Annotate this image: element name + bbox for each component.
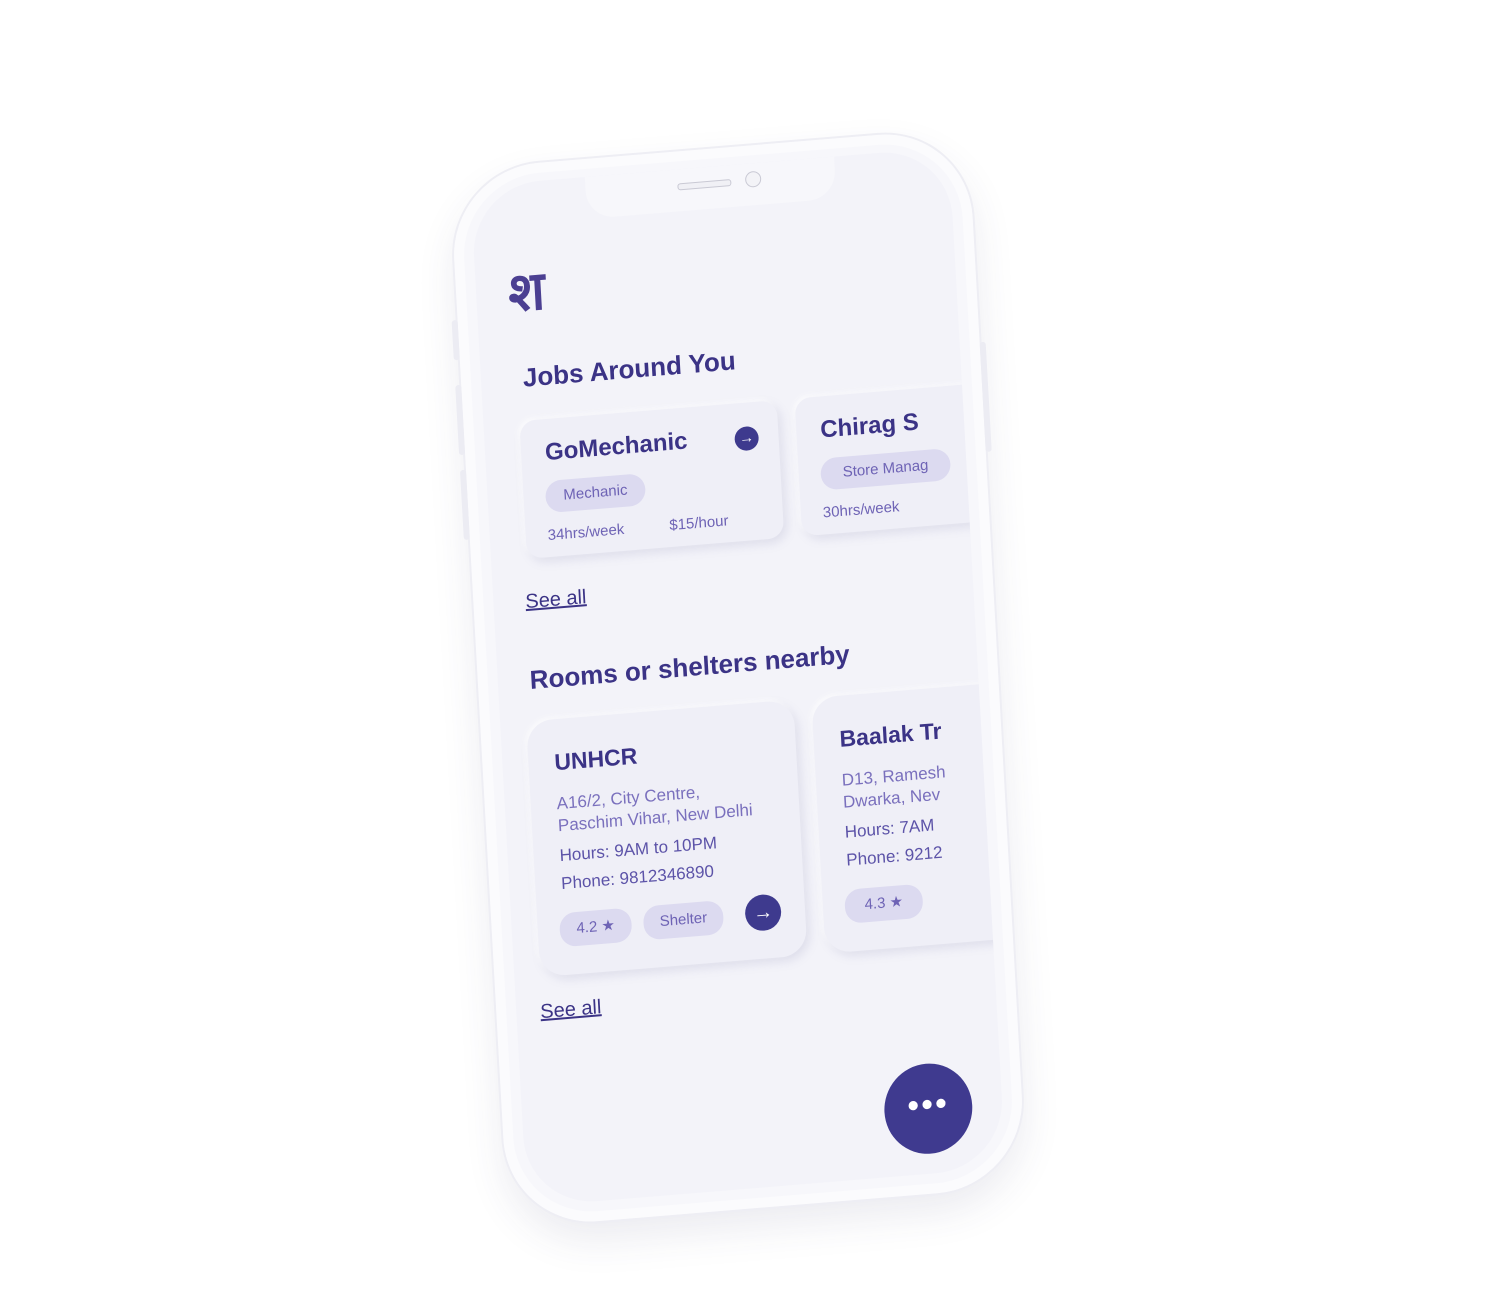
shelter-rating-chip: 4.2 ★: [558, 907, 633, 948]
job-open-button[interactable]: →: [734, 425, 760, 452]
shelters-section-title: Rooms or shelters nearby: [528, 638, 851, 696]
arrow-right-icon: →: [752, 900, 774, 925]
more-button[interactable]: •••: [881, 1060, 975, 1158]
shelters-see-all-link[interactable]: See all: [540, 996, 602, 1024]
job-pay: $15/hour: [668, 512, 729, 535]
shelter-hours: Hours: 7AM: [844, 815, 935, 842]
job-company-name: Chirag S: [819, 408, 920, 444]
shelter-open-button[interactable]: →: [744, 893, 783, 933]
jobs-see-all-link[interactable]: See all: [525, 586, 587, 614]
more-icon: •••: [906, 1084, 950, 1126]
phone-frame: श Jobs Around You GoMechanic → Mechanic …: [449, 127, 1027, 1229]
app-screen: श Jobs Around You GoMechanic → Mechanic …: [470, 147, 1006, 1207]
star-icon: ★: [600, 916, 616, 935]
shelter-rating: 4.3: [864, 894, 886, 914]
shelter-card[interactable]: Baalak Tr D13, Ramesh Dwarka, Nev Hours:…: [811, 681, 1006, 954]
job-role-chip: Store Manag: [819, 447, 952, 491]
jobs-section-title: Jobs Around You: [522, 345, 737, 393]
shelter-rating-chip: 4.3 ★: [843, 883, 924, 924]
shelter-name: UNHCR: [553, 742, 638, 776]
shelter-rating: 4.2: [576, 918, 598, 937]
star-icon: ★: [889, 893, 904, 912]
job-hours: 34hrs/week: [547, 520, 625, 545]
arrow-right-icon: →: [738, 428, 755, 448]
shelter-type-chip: Shelter: [642, 899, 725, 941]
job-card[interactable]: GoMechanic → Mechanic 34hrs/week $15/hou…: [519, 400, 785, 559]
job-company-name: GoMechanic: [544, 427, 689, 467]
shelter-card[interactable]: UNHCR A16/2, City Centre, Paschim Vihar,…: [526, 699, 808, 978]
camera: [744, 170, 762, 188]
shelter-name: Baalak Tr: [838, 717, 943, 752]
speaker: [677, 179, 732, 191]
shelter-phone: Phone: 9812346890: [560, 861, 715, 894]
job-hours: 30hrs/week: [822, 498, 900, 522]
job-role-chip: Mechanic: [544, 473, 647, 514]
shelter-phone: Phone: 9212: [845, 842, 943, 870]
app-logo: श: [506, 258, 547, 325]
